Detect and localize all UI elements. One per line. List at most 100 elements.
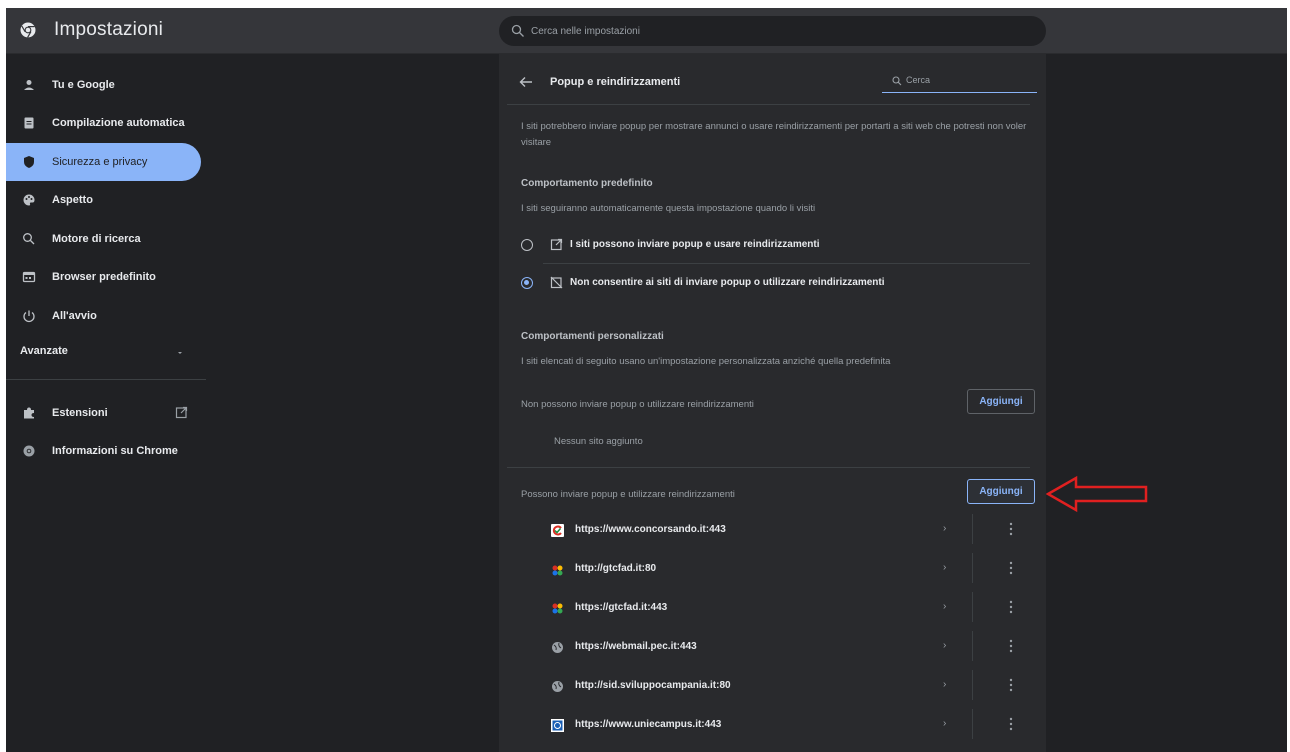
chrome-icon <box>23 445 35 457</box>
page-description: I siti potrebbero inviare popup per most… <box>521 121 1027 148</box>
sidebar-item-all-avvio[interactable]: All'avvio <box>6 297 201 335</box>
more-vert-icon[interactable] <box>1009 561 1013 575</box>
radio-block-popups[interactable] <box>521 277 533 289</box>
site-row[interactable]: https://www.concorsando.it:443 › <box>539 512 1030 550</box>
sidebar-item-tu-e-google[interactable]: Tu e Google <box>6 66 201 104</box>
clipboard-icon <box>24 117 34 129</box>
chevron-right-icon[interactable]: › <box>943 562 946 573</box>
palette-icon <box>23 194 35 206</box>
sidebar-item-label: Aspetto <box>52 194 93 206</box>
chrome-logo-icon <box>20 22 36 38</box>
chevron-right-icon[interactable]: › <box>943 718 946 729</box>
site-url: http://gtcfad.it:80 <box>575 563 657 574</box>
more-vert-icon[interactable] <box>1009 522 1013 536</box>
site-url: https://webmail.pec.it:443 <box>575 641 697 652</box>
puzzle-icon <box>24 407 34 419</box>
sidebar-item-aspetto[interactable]: Aspetto <box>6 181 201 219</box>
chevron-right-icon[interactable]: › <box>943 640 946 651</box>
site-row[interactable]: http://gtcfad.it:80 › <box>539 551 1030 589</box>
settings-search-box[interactable] <box>499 16 1046 46</box>
sidebar-item-informazioni[interactable]: Informazioni su Chrome <box>6 432 201 470</box>
row-separator <box>972 592 973 622</box>
power-icon <box>23 310 35 323</box>
settings-card: Popup e reindirizzamenti Cerca I siti po… <box>499 54 1046 752</box>
radio-allow-popups[interactable] <box>521 239 533 251</box>
open-in-new-icon <box>550 238 563 251</box>
site-row[interactable]: https://webmail.pec.it:443 › <box>539 629 1030 667</box>
back-arrow-icon[interactable] <box>519 76 533 88</box>
sidebar-item-browser-predefinito[interactable]: Browser predefinito <box>6 258 201 296</box>
open-in-new-icon <box>175 406 188 419</box>
uniecampus-favicon-icon <box>551 719 564 732</box>
site-url: http://sid.sviluppocampania.it:80 <box>575 680 731 691</box>
page-title: Popup e reindirizzamenti <box>550 76 681 88</box>
settings-window: Impostazioni Tu e Google Compilazione au… <box>6 8 1287 752</box>
page-search-field[interactable]: Cerca <box>882 71 1037 93</box>
annotation-arrow-icon <box>1046 475 1148 513</box>
default-behavior-subtitle: I siti seguiranno automaticamente questa… <box>521 203 816 214</box>
search-icon <box>511 24 524 37</box>
more-vert-icon[interactable] <box>1009 600 1013 614</box>
sidebar-item-motore-ricerca[interactable]: Motore di ricerca <box>6 220 201 258</box>
add-allowed-site-button[interactable]: Aggiungi <box>967 479 1035 504</box>
divider <box>507 467 1030 468</box>
sidebar-item-label: Tu e Google <box>52 79 115 91</box>
blocked-list-heading: Non possono inviare popup o utilizzare r… <box>521 399 754 410</box>
chevron-right-icon[interactable]: › <box>943 679 946 690</box>
sidebar-item-sicurezza[interactable]: Sicurezza e privacy <box>6 143 201 181</box>
sidebar-item-estensioni[interactable]: Estensioni <box>6 394 201 432</box>
chevron-right-icon[interactable]: › <box>943 523 946 534</box>
popup-blocked-icon <box>550 276 563 289</box>
chevron-right-icon[interactable]: › <box>943 601 946 612</box>
sidebar-item-compilazione[interactable]: Compilazione automatica <box>6 104 201 142</box>
gtcfad-favicon-icon <box>552 565 563 576</box>
row-separator <box>972 670 973 700</box>
row-separator <box>972 631 973 661</box>
concorsando-favicon-icon <box>551 524 564 537</box>
page-search-placeholder: Cerca <box>906 75 931 85</box>
option-block-label[interactable]: Non consentire ai siti di inviare popup … <box>570 277 885 288</box>
sidebar-item-label: Motore di ricerca <box>52 233 141 245</box>
person-icon <box>24 80 34 90</box>
advanced-toggle[interactable]: Avanzate <box>20 345 68 357</box>
custom-behavior-heading: Comportamenti personalizzati <box>521 331 664 342</box>
gtcfad-favicon-icon <box>552 603 563 614</box>
globe-icon <box>552 642 563 653</box>
site-url: https://gtcfad.it:443 <box>575 602 668 613</box>
more-vert-icon[interactable] <box>1009 639 1013 653</box>
sidebar-item-label: Estensioni <box>52 407 108 419</box>
more-vert-icon[interactable] <box>1009 717 1013 731</box>
divider <box>507 104 1030 105</box>
row-separator <box>972 709 973 739</box>
default-behavior-heading: Comportamento predefinito <box>521 178 653 189</box>
row-separator <box>972 514 973 544</box>
search-icon <box>892 76 902 86</box>
no-sites-message: Nessun sito aggiunto <box>554 436 643 447</box>
search-input[interactable] <box>531 16 1031 46</box>
row-separator <box>972 553 973 583</box>
site-row[interactable]: https://www.uniecampus.it:443 › <box>539 707 1030 745</box>
sidebar-item-label: Compilazione automatica <box>52 117 185 129</box>
custom-behavior-subtitle: I siti elencati di seguito usano un'impo… <box>521 356 891 367</box>
site-row[interactable]: http://sid.sviluppocampania.it:80 › <box>539 668 1030 706</box>
sidebar-item-label: Sicurezza e privacy <box>52 156 148 168</box>
divider <box>543 263 1030 264</box>
site-url: https://www.concorsando.it:443 <box>575 524 726 535</box>
sidebar-item-label: Browser predefinito <box>52 271 156 283</box>
site-url: https://www.uniecampus.it:443 <box>575 719 722 730</box>
top-bar: Impostazioni <box>6 8 1287 54</box>
allowed-list-heading: Possono inviare popup e utilizzare reind… <box>521 489 735 500</box>
sidebar-divider <box>6 379 206 380</box>
search-icon <box>23 233 35 245</box>
sidebar-item-label: All'avvio <box>52 310 97 322</box>
browser-icon <box>22 271 36 283</box>
globe-icon <box>552 681 563 692</box>
chevron-down-icon[interactable] <box>176 349 184 357</box>
shield-icon <box>24 156 34 168</box>
site-row[interactable]: https://gtcfad.it:443 › <box>539 590 1030 628</box>
sidebar-item-label: Informazioni su Chrome <box>52 445 178 457</box>
more-vert-icon[interactable] <box>1009 678 1013 692</box>
app-title: Impostazioni <box>54 19 164 40</box>
option-allow-label[interactable]: I siti possono inviare popup e usare rei… <box>570 239 820 250</box>
add-blocked-site-button[interactable]: Aggiungi <box>967 389 1035 414</box>
